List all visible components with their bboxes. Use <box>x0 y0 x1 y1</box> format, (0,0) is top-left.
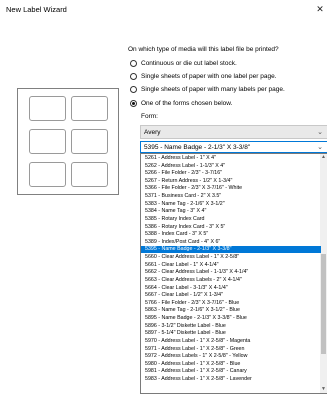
list-item[interactable]: 5662 - Clear Address Label - 1-1/3" X 4-… <box>141 269 321 276</box>
list-item[interactable]: 5766 - File Folder - 2/3" X 3-7/16" - Bl… <box>141 300 321 307</box>
list-item[interactable]: 5971 - Address Label - 1" X 2-5/8" - Gre… <box>141 346 321 353</box>
list-item[interactable]: 5661 - Clear Label - 1" X 4-1/4" <box>141 262 321 269</box>
list-item[interactable]: 5388 - Index Card - 3" X 5" <box>141 231 321 238</box>
radio-button[interactable] <box>130 99 137 107</box>
close-icon[interactable]: ✕ <box>314 3 326 15</box>
list-item[interactable]: 5371 - Business Card - 2" X 3.5" <box>141 193 321 200</box>
list-item[interactable]: 5660 - Clear Address Label - 1" X 2-5/8" <box>141 254 321 261</box>
list-item[interactable]: 5897 - 5-1/4" Diskette Label - Blue <box>141 330 321 337</box>
option-single-one[interactable]: Single sheets of paper with one label pe… <box>130 71 277 81</box>
scrollbar[interactable]: ▲ ▼ <box>320 154 327 393</box>
option-label: One of the forms chosen below. <box>141 99 233 107</box>
form-dropdown[interactable]: 5395 - Name Badge - 2-1/3" X 3-3/8" ⌄ <box>140 141 327 153</box>
list-item[interactable]: 5981 - Address Label - 1" X 2-5/8" - Can… <box>141 368 321 375</box>
label-cell <box>29 96 66 121</box>
form-value: 5395 - Name Badge - 2-1/3" X 3-3/8" <box>144 144 251 151</box>
option-forms[interactable]: One of the forms chosen below. <box>130 98 232 108</box>
option-label: Single sheets of paper with many labels … <box>141 85 285 93</box>
list-item[interactable]: 5267 - Return Address - 1/2" X 1-3/4" <box>141 178 321 185</box>
label-cell <box>29 162 66 187</box>
scroll-down-icon[interactable]: ▼ <box>320 386 327 393</box>
list-item[interactable]: 5895 - Name Badge - 2-1/3" X 3-3/8" - Bl… <box>141 315 321 322</box>
list-item[interactable]: 5383 - Name Tag - 2-1/6" X 3-1/2" <box>141 201 321 208</box>
list-item[interactable]: 5384 - Name Tag - 3" X 4" <box>141 208 321 215</box>
list-item[interactable]: 5389 - Index/Post Card - 4" X 6" <box>141 239 321 246</box>
form-dropdown-list[interactable]: ▲ ▼ 5261 - Address Label - 1" X 4" 5262 -… <box>140 153 327 394</box>
chevron-down-icon: ⌄ <box>317 144 323 151</box>
list-item[interactable]: 5262 - Address Label - 1-1/3" X 4" <box>141 163 321 170</box>
chevron-down-icon: ⌄ <box>317 129 323 136</box>
list-item[interactable]: 5395 - Name Badge - 2-1/3" X 3-3/8" <box>141 246 321 254</box>
media-question: On which type of media will this label f… <box>128 46 279 53</box>
scroll-up-icon[interactable]: ▲ <box>320 154 327 161</box>
label-cell <box>71 162 108 187</box>
label-cell <box>71 129 108 154</box>
list-item[interactable]: 5664 - Clear Label - 3-1/3" X 4-1/4" <box>141 285 321 292</box>
window-title: New Label Wizard <box>6 5 67 14</box>
radio-button[interactable] <box>130 72 137 80</box>
option-label: Continuous or die cut label stock. <box>141 59 237 67</box>
radio-button[interactable] <box>130 85 137 93</box>
option-label: Single sheets of paper with one label pe… <box>141 72 277 80</box>
label-cell <box>29 129 66 154</box>
label-cell <box>71 96 108 121</box>
list-item[interactable]: 5385 - Rotary Index Card <box>141 216 321 223</box>
list-item[interactable]: 5983 - Address Label - 1" X 2-5/8" - Lav… <box>141 376 321 383</box>
brand-value: Avery <box>144 129 161 136</box>
radio-button[interactable] <box>130 59 137 67</box>
scroll-thumb[interactable] <box>321 254 326 354</box>
list-item[interactable]: 5667 - Clear Label - 1/2" X 1-3/4" <box>141 292 321 299</box>
form-caption: Form: <box>141 113 158 120</box>
title-bar: New Label Wizard ✕ <box>0 0 327 18</box>
option-continuous[interactable]: Continuous or die cut label stock. <box>130 58 237 68</box>
list-item[interactable]: 5386 - Rotary Index Card - 3" X 5" <box>141 224 321 231</box>
list-item[interactable]: 5266 - File Folder - 2/3" - 3-7/16" <box>141 170 321 177</box>
list-item[interactable]: 5863 - Name Tag - 2-1/6" X 3-1/2" - Blue <box>141 307 321 314</box>
option-single-many[interactable]: Single sheets of paper with many labels … <box>130 84 285 94</box>
list-item[interactable]: 5366 - File Folder - 2/3" X 3-7/16" - Wh… <box>141 185 321 192</box>
brand-dropdown[interactable]: Avery ⌄ <box>140 125 327 139</box>
list-item[interactable]: 5980 - Address Label - 1" X 2-5/8" - Blu… <box>141 361 321 368</box>
list-item[interactable]: 5261 - Address Label - 1" X 4" <box>141 155 321 162</box>
list-item[interactable]: 5896 - 3-1/2" Diskette Label - Blue <box>141 323 321 330</box>
list-item[interactable]: 5663 - Clear Address Labels - 2" X 4-1/4… <box>141 277 321 284</box>
list-item[interactable]: 5972 - Address Labels - 1" X 2-5/8" - Ye… <box>141 353 321 360</box>
label-sheet-preview <box>17 88 119 195</box>
list-item[interactable]: 5970 - Address Label - 1" X 2-5/8" - Mag… <box>141 338 321 345</box>
